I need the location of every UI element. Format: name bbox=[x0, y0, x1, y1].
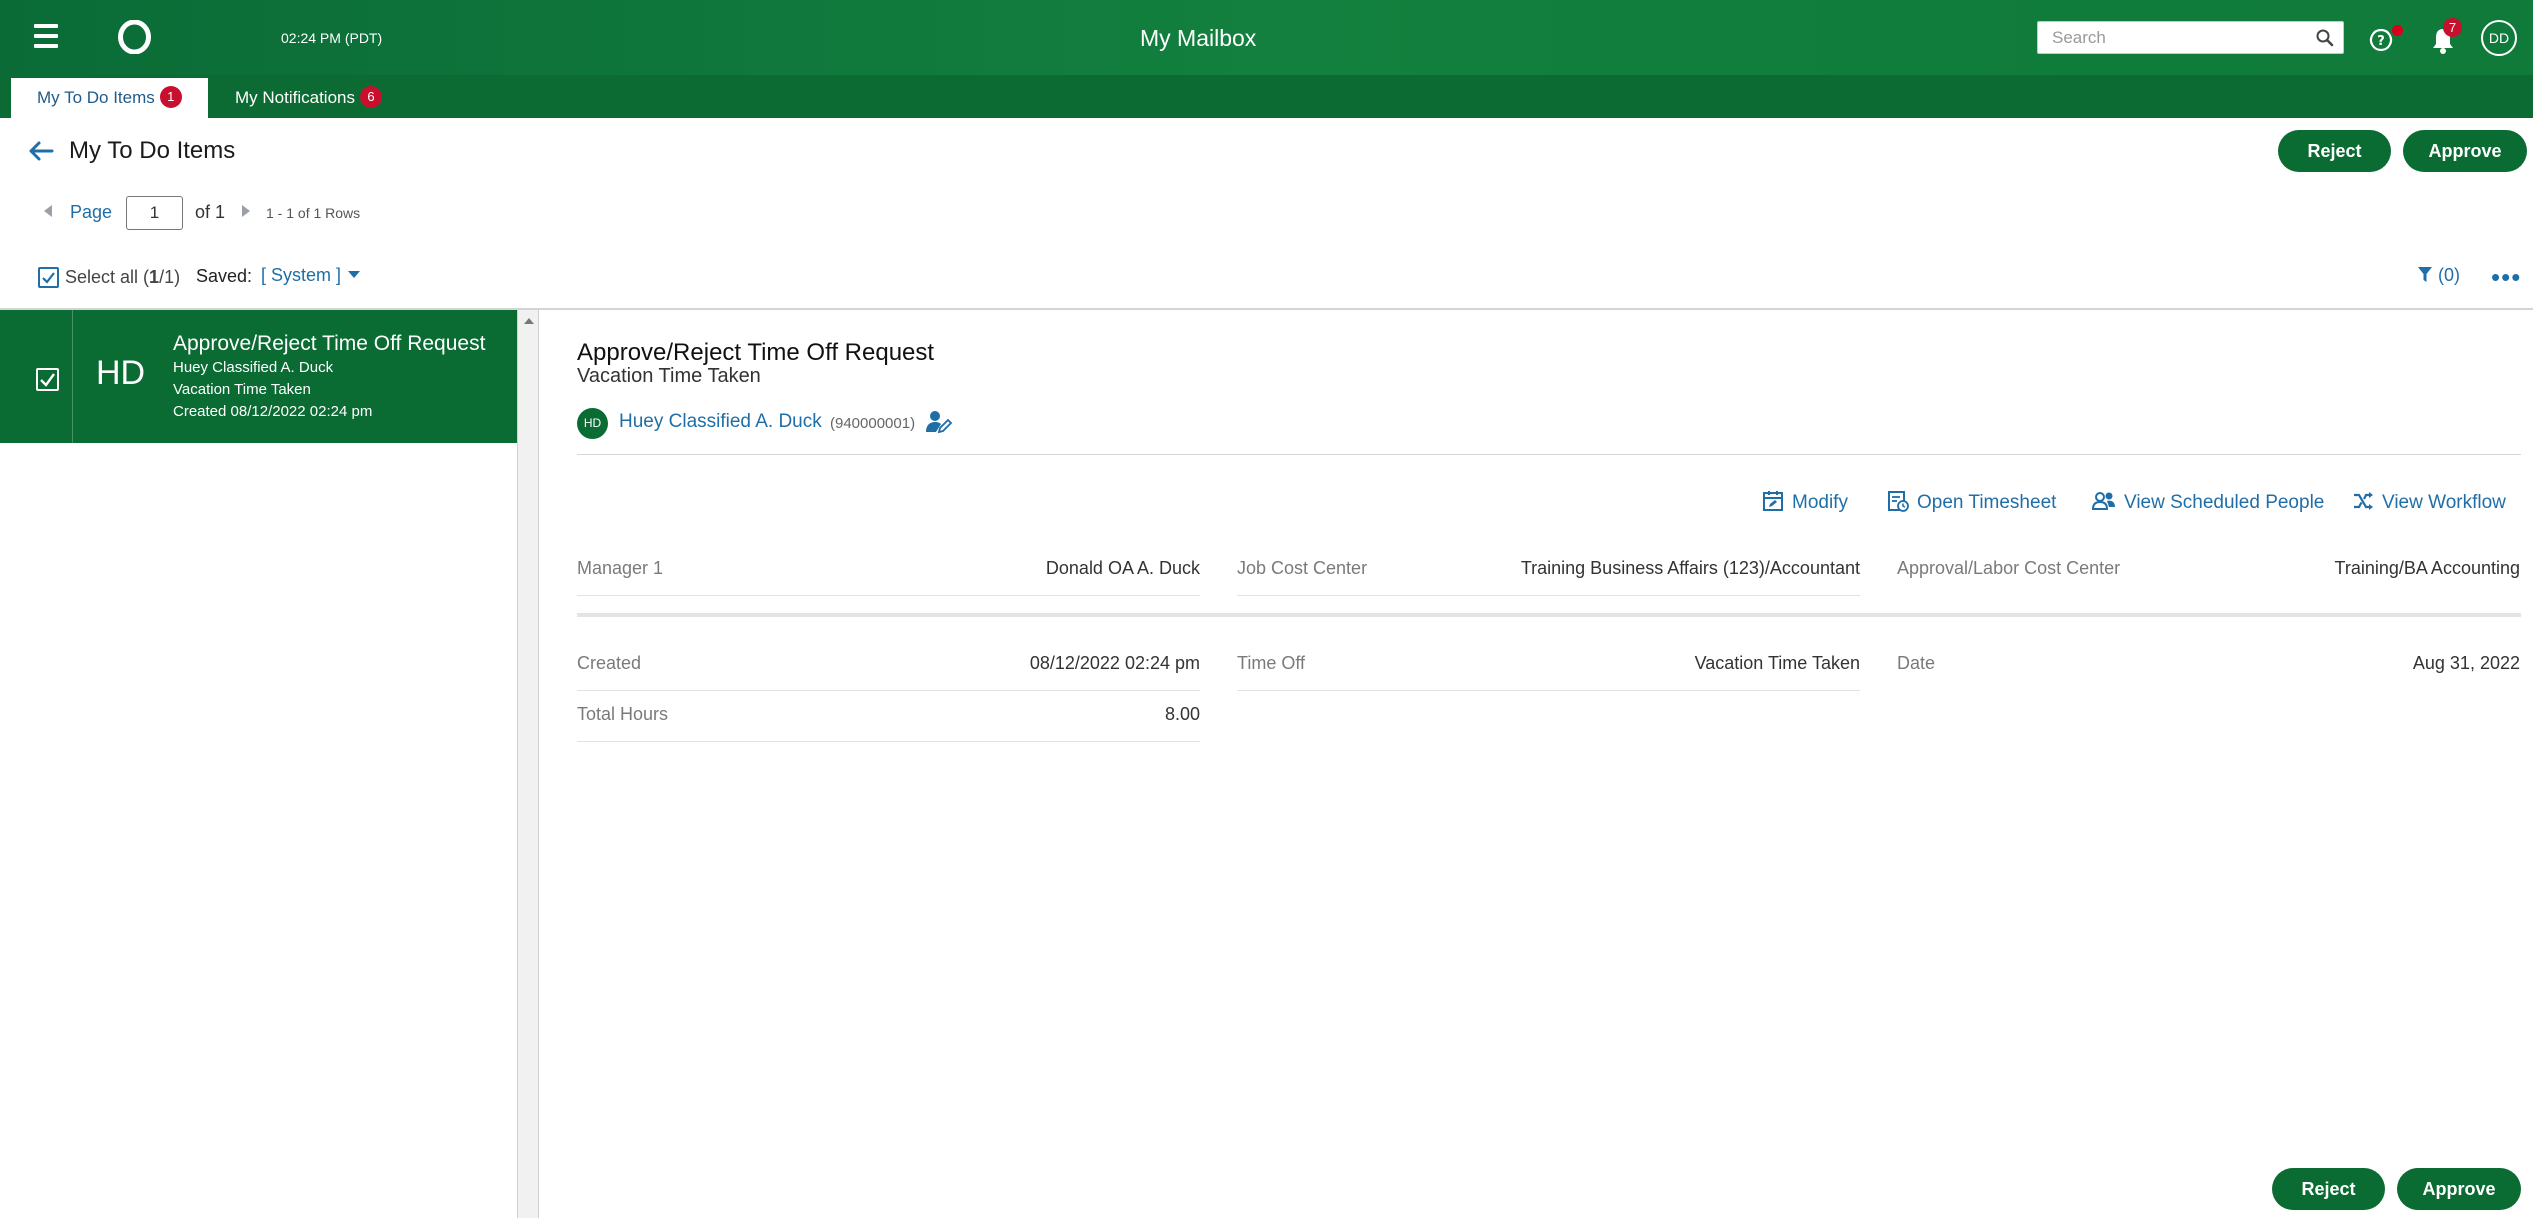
menu-icon[interactable] bbox=[34, 24, 58, 50]
saved-label: Saved: bbox=[196, 266, 253, 286]
field-job-cost-center: Job Cost Center Training Business Affair… bbox=[1237, 558, 1860, 596]
reject-button-top[interactable]: Reject bbox=[2278, 130, 2391, 172]
select-all-label: Select all (1/1) bbox=[65, 267, 180, 288]
tab-my-to-do-items[interactable]: My To Do Items 1 bbox=[11, 78, 208, 118]
page-total: of 1 bbox=[195, 202, 226, 222]
filter-button[interactable]: (0) bbox=[2417, 265, 2460, 286]
tab-label: My Notifications bbox=[235, 88, 355, 107]
field-manager: Manager 1 Donald OA A. Duck bbox=[577, 558, 1200, 596]
field-approval-cost-center: Approval/Labor Cost Center Training/BA A… bbox=[1897, 558, 2520, 596]
tab-count-badge: 6 bbox=[359, 86, 382, 108]
list-scrollbar[interactable] bbox=[517, 310, 539, 1218]
approve-button-top[interactable]: Approve bbox=[2403, 130, 2527, 172]
person-edit-icon[interactable] bbox=[926, 410, 952, 434]
field-value: Donald OA A. Duck bbox=[1045, 558, 1200, 578]
field-value: Training/BA Accounting bbox=[2334, 558, 2520, 578]
checkmark-icon bbox=[42, 272, 55, 284]
select-all-checkbox[interactable] bbox=[38, 267, 59, 288]
rows-count: 1 - 1 of 1 Rows bbox=[266, 205, 361, 221]
calendar-edit-icon bbox=[1763, 491, 1783, 511]
field-value: Aug 31, 2022 bbox=[2412, 653, 2520, 673]
workflow-icon bbox=[2354, 492, 2373, 510]
field-label: Manager 1 bbox=[577, 558, 664, 578]
approve-button-bottom[interactable]: Approve bbox=[2397, 1168, 2521, 1210]
view-workflow-link[interactable]: View Workflow bbox=[2352, 490, 2506, 514]
checkmark-icon bbox=[40, 373, 55, 387]
open-timesheet-link[interactable]: Open Timesheet bbox=[1887, 490, 2056, 514]
field-label: Time Off bbox=[1237, 653, 1306, 673]
logo-icon[interactable] bbox=[118, 20, 151, 54]
help-alert-dot bbox=[2392, 25, 2403, 36]
select-all-selected-count: 1 bbox=[149, 267, 160, 287]
field-label: Total Hours bbox=[577, 704, 669, 724]
employee-name-link[interactable]: Huey Classified A. Duck bbox=[619, 411, 822, 433]
field-value: 8.00 bbox=[1164, 704, 1200, 724]
detail-subtitle: Vacation Time Taken bbox=[577, 365, 761, 387]
select-all-prefix: Select all ( bbox=[65, 267, 150, 287]
page-title: My To Do Items bbox=[69, 137, 236, 164]
list-item[interactable]: HD Approve/Reject Time Off Request Huey … bbox=[0, 310, 517, 443]
modify-label: Modify bbox=[1792, 492, 1848, 513]
next-page-icon[interactable] bbox=[242, 205, 250, 217]
more-icon[interactable]: ••• bbox=[2491, 262, 2521, 293]
employee-id: (940000001) bbox=[830, 415, 916, 432]
clock-time: 02:24 PM (PDT) bbox=[281, 30, 383, 46]
timesheet-icon bbox=[1888, 491, 1909, 512]
search-icon[interactable] bbox=[2315, 28, 2335, 48]
field-time-off: Time Off Vacation Time Taken bbox=[1237, 653, 1860, 691]
field-date: Date Aug 31, 2022 bbox=[1897, 653, 2520, 691]
tab-bar: My To Do Items 1 My Notifications 6 bbox=[0, 75, 2533, 118]
page-number-input[interactable] bbox=[126, 196, 183, 230]
divider bbox=[577, 454, 2521, 455]
select-all-suffix: /1) bbox=[159, 267, 181, 287]
field-total-hours: Total Hours 8.00 bbox=[577, 704, 1200, 742]
field-value: 08/12/2022 02:24 pm bbox=[1029, 653, 1200, 673]
saved-filter-dropdown[interactable]: [ System ] bbox=[261, 265, 361, 286]
tab-count-badge: 1 bbox=[159, 86, 182, 108]
tab-my-notifications[interactable]: My Notifications 6 bbox=[235, 75, 382, 118]
open-timesheet-label: Open Timesheet bbox=[1917, 492, 2057, 513]
tab-label: My To Do Items bbox=[37, 88, 155, 107]
detail-title: Approve/Reject Time Off Request bbox=[577, 339, 935, 366]
field-label: Created bbox=[577, 653, 642, 673]
prev-page-icon[interactable] bbox=[44, 205, 52, 217]
help-icon[interactable]: ? bbox=[2367, 26, 2395, 54]
view-scheduled-people-label: View Scheduled People bbox=[2124, 492, 2325, 513]
item-type: Vacation Time Taken bbox=[173, 381, 311, 398]
people-icon bbox=[2091, 492, 2115, 510]
top-header: 02:24 PM (PDT) My Mailbox ? 7 DD bbox=[0, 0, 2533, 75]
notifications-badge: 7 bbox=[2443, 18, 2462, 37]
item-created: Created 08/12/2022 02:24 pm bbox=[173, 403, 373, 420]
field-label: Date bbox=[1897, 653, 1936, 673]
item-initials: HD bbox=[96, 354, 146, 392]
modify-link[interactable]: Modify bbox=[1762, 490, 1848, 514]
filter-icon bbox=[2418, 267, 2432, 282]
search-input[interactable] bbox=[2052, 22, 2302, 53]
reject-button-bottom[interactable]: Reject bbox=[2272, 1168, 2385, 1210]
field-value: Vacation Time Taken bbox=[1694, 653, 1860, 673]
field-label: Job Cost Center bbox=[1237, 558, 1368, 578]
view-workflow-label: View Workflow bbox=[2382, 492, 2506, 513]
chevron-down-icon bbox=[348, 271, 361, 278]
user-avatar[interactable]: DD bbox=[2481, 20, 2517, 56]
app-title: My Mailbox bbox=[1140, 25, 1257, 51]
search-box bbox=[2037, 21, 2344, 54]
svg-text:?: ? bbox=[2377, 34, 2385, 49]
section-divider bbox=[577, 613, 2521, 617]
item-checkbox[interactable] bbox=[36, 368, 59, 391]
view-scheduled-people-link[interactable]: View Scheduled People bbox=[2091, 490, 2325, 514]
field-label: Approval/Labor Cost Center bbox=[1897, 558, 2121, 578]
field-created: Created 08/12/2022 02:24 pm bbox=[577, 653, 1200, 691]
item-title: Approve/Reject Time Off Request bbox=[173, 332, 486, 355]
employee-avatar: HD bbox=[577, 408, 608, 439]
filter-count: (0) bbox=[2438, 265, 2460, 285]
todo-list: HD Approve/Reject Time Off Request Huey … bbox=[0, 310, 517, 1218]
saved-filter-value: [ System ] bbox=[261, 265, 342, 285]
page-label: Page bbox=[70, 202, 113, 222]
field-value: Training Business Affairs (123)/Accounta… bbox=[1520, 558, 1860, 578]
divider bbox=[72, 310, 73, 443]
item-employee-name: Huey Classified A. Duck bbox=[173, 359, 334, 376]
scroll-up-arrow-icon[interactable] bbox=[524, 318, 534, 324]
back-arrow-icon[interactable] bbox=[28, 140, 54, 162]
